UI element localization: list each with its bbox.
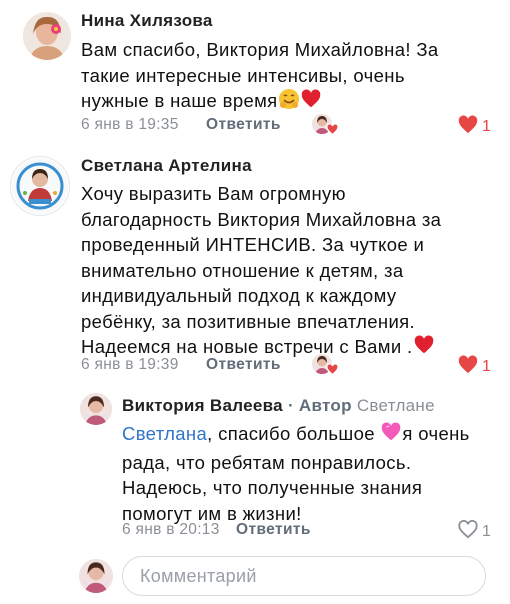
comment-line: благодарность Виктория Михайловна за xyxy=(81,208,442,230)
comment-line-text: нужные в наше время xyxy=(81,90,278,111)
comment-text: Хочу выразить Вам огромную благодарность… xyxy=(81,181,441,363)
author-badge: · Автор xyxy=(287,396,352,415)
like-button[interactable]: 1 xyxy=(457,114,491,139)
avatar[interactable] xyxy=(10,156,70,216)
reply-item: Виктория Валеева · Автор Светлане Светла… xyxy=(0,380,510,545)
comment-composer[interactable] xyxy=(122,556,486,596)
comment-line: внимательно отношение к детям, за xyxy=(81,259,404,281)
like-button[interactable]: 1 xyxy=(457,354,491,379)
comment-line-text: Надеемся на новые встречи с Вами . xyxy=(81,336,413,357)
heart-filled-icon xyxy=(457,354,479,379)
avatar[interactable] xyxy=(23,12,71,60)
reply-button[interactable]: Ответить xyxy=(236,521,311,539)
comment-text: Светлана, спасибо большое я очень рада, … xyxy=(122,421,470,526)
my-avatar xyxy=(79,559,113,593)
comment-line: такие интересные интенсивы, очень xyxy=(81,64,405,86)
smiling-hug-emoji-icon xyxy=(278,88,300,117)
reply-button[interactable]: Ответить xyxy=(206,356,281,374)
comment-date[interactable]: 6 янв в 20:13 xyxy=(122,521,220,539)
author-heart-icon xyxy=(326,122,339,140)
comment-author[interactable]: Нина Хилязова xyxy=(81,11,213,31)
comment-line-text: , спасибо большое xyxy=(207,423,375,444)
comment-line: ребёнку, за позитивные впечатления. xyxy=(81,310,416,332)
red-heart-emoji-icon xyxy=(300,88,322,117)
comment-item: Светлана Артелина Хочу выразить Вам огро… xyxy=(0,150,510,380)
reply-button[interactable]: Ответить xyxy=(206,116,281,134)
avatar[interactable] xyxy=(80,393,112,425)
comment-line: проведенный ИНТЕНСИВ. За чуткое и xyxy=(81,234,425,255)
comment-date[interactable]: 6 янв в 19:39 xyxy=(81,356,179,374)
comment-line: Светлана, спасибо большое я очень xyxy=(122,421,470,450)
comment-date[interactable]: 6 янв в 19:35 xyxy=(81,116,179,134)
like-button[interactable]: 1 xyxy=(457,519,491,544)
pink-heart-emoji-icon xyxy=(380,421,402,450)
comment-line: рада, что ребятам понравилось. xyxy=(122,451,412,473)
red-heart-emoji-icon xyxy=(413,334,435,363)
like-count: 1 xyxy=(482,522,491,540)
comment-author[interactable]: Светлана Артелина xyxy=(81,156,252,176)
like-count: 1 xyxy=(482,117,491,135)
mention-link[interactable]: Светлана xyxy=(122,423,207,444)
like-count: 1 xyxy=(482,357,491,375)
comment-line: Надеюсь, что полученные знания xyxy=(122,477,423,498)
author-heart-icon xyxy=(326,362,339,380)
reply-header: Виктория Валеева · Автор Светлане xyxy=(122,396,435,416)
comment-item: Нина Хилязова Вам спасибо, Виктория Миха… xyxy=(0,0,510,150)
heart-outline-icon xyxy=(457,519,479,544)
reply-addressee[interactable]: Светлане xyxy=(357,396,435,415)
comment-line: Вам спасибо, Виктория Михайловна! За xyxy=(81,39,439,60)
comment-input[interactable] xyxy=(123,557,470,595)
comment-line-text: я очень xyxy=(402,423,470,444)
comment-line: индивидуальный подход к каждому xyxy=(81,285,397,306)
comment-author[interactable]: Виктория Валеева xyxy=(122,396,283,415)
comment-text: Вам спасибо, Виктория Михайловна! За так… xyxy=(81,37,438,117)
heart-filled-icon xyxy=(457,114,479,139)
comment-line: Хочу выразить Вам огромную xyxy=(81,183,346,204)
comment-line: нужные в наше время xyxy=(81,88,438,117)
